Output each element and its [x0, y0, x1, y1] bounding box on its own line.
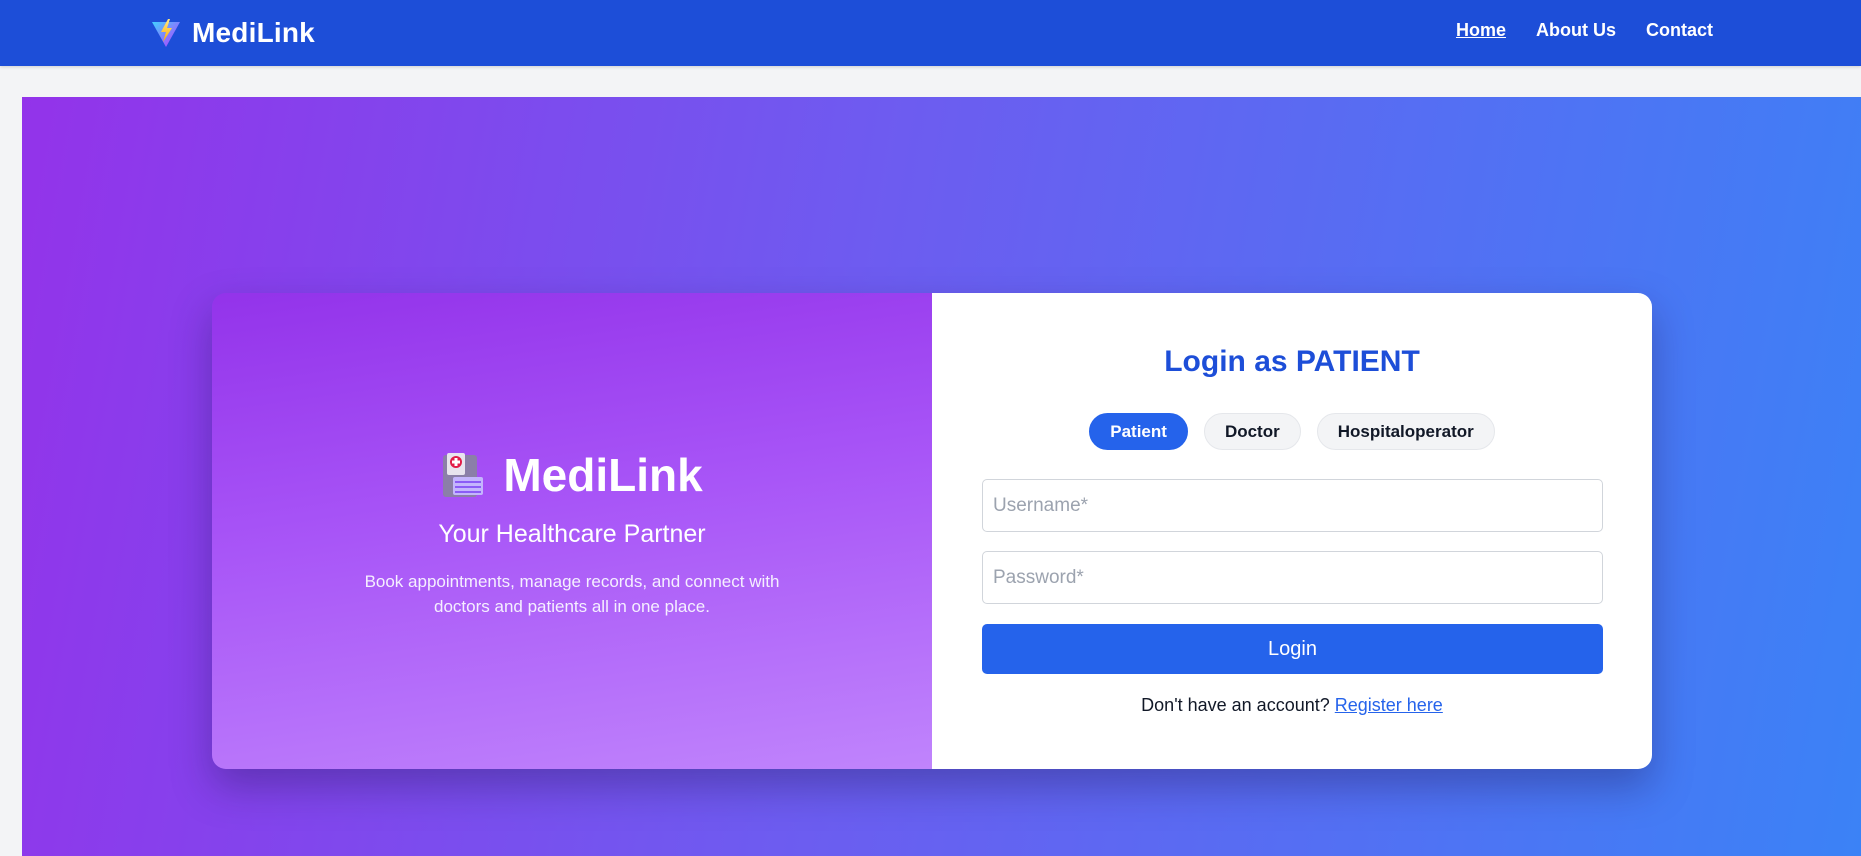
login-button[interactable]: Login	[982, 624, 1603, 674]
role-tab-patient[interactable]: Patient	[1089, 413, 1188, 450]
vite-logo-icon	[152, 19, 180, 47]
tagline: Your Healthcare Partner	[438, 519, 706, 548]
hospital-icon	[443, 452, 484, 497]
role-tab-doctor[interactable]: Doctor	[1203, 413, 1301, 450]
nav-links: Home About Us Contact	[1456, 20, 1713, 41]
register-link[interactable]: Register here	[1335, 695, 1443, 715]
description: Book appointments, manage records, and c…	[364, 571, 780, 616]
nav-link-about-us[interactable]: About Us	[1536, 20, 1616, 41]
role-selector: Patient Doctor Hospitaloperator	[932, 413, 1652, 450]
welcome-panel: MediLink Your Healthcare Partner Book ap…	[212, 293, 932, 769]
password-input[interactable]	[982, 551, 1603, 604]
welcome-brand-name: MediLink	[503, 448, 703, 501]
navbar-brand-name: MediLink	[192, 17, 315, 48]
register-prompt-text: Don't have an account?	[1141, 695, 1330, 715]
nav-link-contact[interactable]: Contact	[1646, 20, 1713, 41]
role-tab-hospitaloperator[interactable]: Hospitaloperator	[1316, 413, 1495, 450]
login-card: MediLink Your Healthcare Partner Book ap…	[212, 293, 1652, 769]
register-prompt: Don't have an account? Register here	[932, 695, 1652, 716]
username-input[interactable]	[982, 479, 1603, 532]
nav-link-home[interactable]: Home	[1456, 20, 1506, 41]
navbar-brand[interactable]: MediLink	[150, 14, 315, 52]
top-navbar: MediLink Home About Us Contact	[0, 0, 1861, 66]
welcome-brand: MediLink	[441, 448, 703, 502]
login-panel: Login as PATIENT Patient Doctor Hospital…	[932, 293, 1652, 769]
login-title: Login as PATIENT	[1164, 345, 1420, 378]
